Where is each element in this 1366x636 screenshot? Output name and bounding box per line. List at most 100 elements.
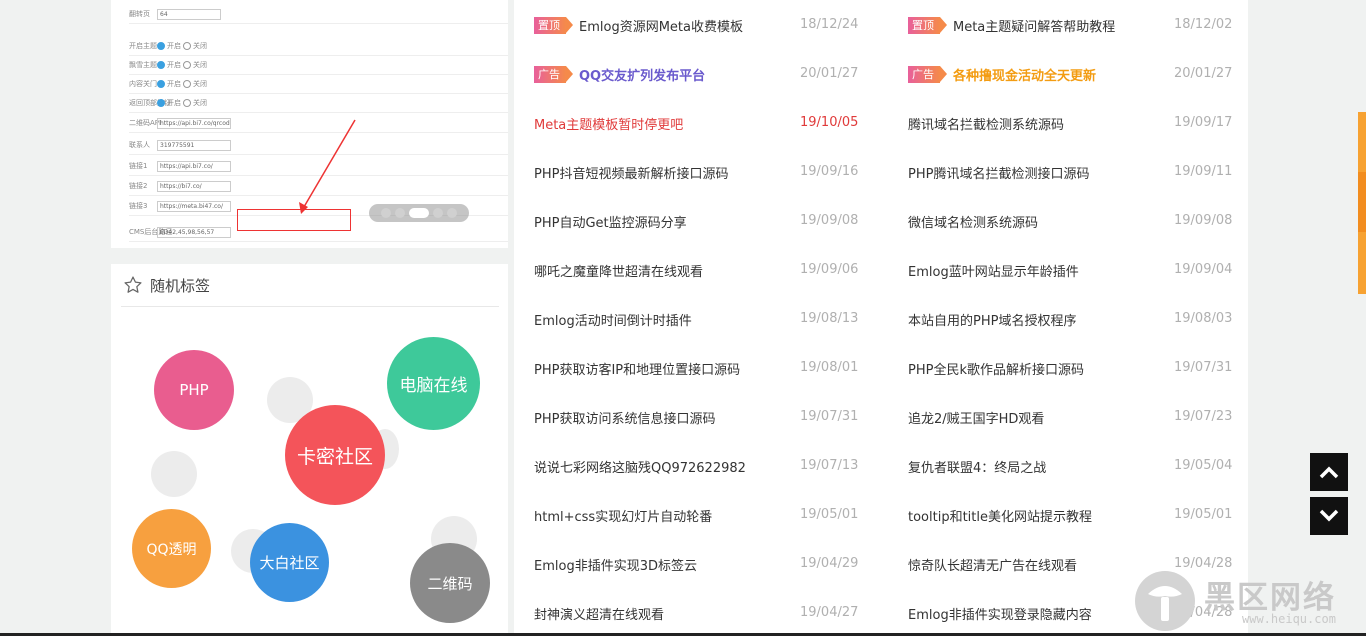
article-date: 19/09/08 [1174, 213, 1233, 228]
article-link[interactable]: 置顶 Emlog资源网Meta收费模板 [534, 15, 743, 35]
article-link[interactable]: PHP获取访问系统信息接口源码 [534, 407, 715, 427]
pinned-badge: 置顶 [908, 16, 947, 34]
article-date: 19/08/01 [800, 360, 859, 375]
article-link[interactable]: 置顶 Meta主题疑问解答帮助教程 [908, 15, 1115, 35]
article-link[interactable]: 微信域名检测系统源码 [908, 211, 1038, 231]
image-slider[interactable]: 翻转页 64 开启主题 开启 关闭 飘雪主题 开启 关闭 内容关门 开启 关闭 返回顶部按钮 开启 关闭二… [111, 0, 508, 248]
article-link[interactable]: Emlog非插件实现3D标签云 [534, 554, 697, 574]
watermark-text: 黑区网络 [1204, 580, 1336, 616]
tag-dabai-shequ[interactable]: 大白社区 [250, 523, 329, 602]
tag-diannao-zaixian[interactable]: 电脑在线 [387, 337, 480, 430]
tag-erweima[interactable]: 二维码 [410, 543, 490, 623]
article-date: 18/12/24 [800, 17, 859, 32]
article-link[interactable]: html+css实现幻灯片自动轮番 [534, 505, 712, 525]
article-date: 19/08/13 [800, 311, 859, 326]
slider-dot[interactable] [409, 208, 429, 218]
pinned-badge: 置顶 [534, 16, 573, 34]
tag-bubble-placeholder [151, 451, 197, 497]
article-title: 复仇者联盟4：终局之战 [908, 460, 1047, 476]
article-title: 各种撸现金活动全天更新 [953, 68, 1097, 84]
article-link[interactable]: Emlog活动时间倒计时插件 [534, 309, 692, 329]
article-link[interactable]: tooltip和title美化网站提示教程 [908, 505, 1092, 525]
article-link[interactable]: Meta主题模板暂时停更吧 [534, 113, 683, 133]
article-title: QQ交友扩列发布平台 [579, 68, 706, 84]
article-link[interactable]: 追龙2/贼王国字HD观看 [908, 407, 1044, 427]
article-link[interactable]: Emlog非插件实现登录隐藏内容 [908, 603, 1092, 623]
chevron-up-icon [1319, 466, 1339, 479]
article-date: 19/09/04 [1174, 262, 1233, 277]
article-title: Emlog活动时间倒计时插件 [534, 313, 692, 329]
side-tab-notch [1358, 172, 1366, 232]
side-tab[interactable] [1358, 112, 1366, 294]
article-link[interactable]: 说说七彩网络这脑残QQ972622982 [534, 456, 746, 476]
slide-form-divider [129, 241, 508, 242]
tag-kami-shequ[interactable]: 卡密社区 [285, 405, 385, 505]
article-link[interactable]: 惊奇队长超清无广告在线观看 [908, 554, 1077, 574]
slider-dot[interactable] [395, 208, 405, 218]
article-date: 19/09/17 [1174, 115, 1233, 130]
slider-pagination [369, 204, 469, 222]
article-title: 微信域名检测系统源码 [908, 215, 1039, 231]
slider-dot[interactable] [381, 208, 391, 218]
article-title: Emlog非插件实现登录隐藏内容 [908, 607, 1092, 623]
article-title: 腾讯域名拦截检测系统源码 [908, 117, 1065, 133]
article-date: 18/12/02 [1174, 17, 1233, 32]
article-link[interactable]: 封神演义超清在线观看 [534, 603, 664, 623]
slider-dot[interactable] [433, 208, 443, 218]
article-title: 追龙2/贼王国字HD观看 [908, 411, 1045, 427]
watermark-logo-icon [1135, 571, 1195, 631]
article-date: 19/04/27 [800, 605, 859, 620]
article-link[interactable]: 本站自用的PHP域名授权程序 [908, 309, 1076, 329]
article-date: 19/07/13 [800, 458, 859, 473]
scroll-top-button[interactable] [1310, 453, 1348, 491]
ad-badge: 广告 [908, 65, 947, 83]
article-title: 哪吒之魔童降世超清在线观看 [534, 264, 704, 280]
article-link[interactable]: 复仇者联盟4：终局之战 [908, 456, 1046, 476]
article-link[interactable]: PHP获取访客IP和地理位置接口源码 [534, 358, 740, 378]
article-date: 19/08/03 [1174, 311, 1233, 326]
article-date: 19/04/29 [800, 556, 859, 571]
article-link[interactable]: 广告 各种撸现金活动全天更新 [908, 64, 1096, 84]
widget-header: 随机标签 [121, 264, 499, 307]
star-icon [124, 276, 142, 293]
article-title: Emlog非插件实现3D标签云 [534, 558, 697, 574]
article-title: PHP获取访问系统信息接口源码 [534, 411, 716, 427]
article-date: 20/01/27 [1174, 66, 1233, 81]
article-date: 19/07/23 [1174, 409, 1233, 424]
ad-badge: 广告 [534, 65, 573, 83]
article-date: 19/09/06 [800, 262, 859, 277]
tag-php[interactable]: PHP [154, 350, 234, 430]
site-watermark: 黑区网络 www.heiqu.com [1134, 570, 1360, 632]
widget-title: 随机标签 [150, 276, 211, 295]
chevron-down-icon [1319, 509, 1339, 522]
article-title: PHP腾讯域名拦截检测接口源码 [908, 166, 1090, 182]
article-title: PHP全民k歌作品解析接口源码 [908, 362, 1084, 378]
article-link[interactable]: 哪吒之魔童降世超清在线观看 [534, 260, 703, 280]
article-title: Emlog蓝叶网站显示年龄插件 [908, 264, 1079, 280]
article-link[interactable]: 广告 QQ交友扩列发布平台 [534, 64, 705, 84]
article-date: 19/05/01 [1174, 507, 1233, 522]
article-title: PHP抖音短视频最新解析接口源码 [534, 166, 729, 182]
article-link[interactable]: Emlog蓝叶网站显示年龄插件 [908, 260, 1079, 280]
article-title: 封神演义超清在线观看 [534, 607, 665, 623]
article-date: 19/09/11 [1174, 164, 1233, 179]
article-link[interactable]: PHP抖音短视频最新解析接口源码 [534, 162, 728, 182]
random-tags-widget: 随机标签 PHP 电脑在线 卡密社区 QQ透明 大白社区 二维码 [111, 264, 508, 636]
article-date: 19/05/01 [800, 507, 859, 522]
article-link[interactable]: PHP自动Get监控源码分享 [534, 211, 687, 231]
article-link[interactable]: PHP全民k歌作品解析接口源码 [908, 358, 1084, 378]
red-arrow-icon [299, 119, 356, 214]
slider-dot[interactable] [447, 208, 457, 218]
article-title: 惊奇队长超清无广告在线观看 [908, 558, 1078, 574]
article-title: PHP自动Get监控源码分享 [534, 215, 687, 231]
tag-qq-toumin[interactable]: QQ透明 [132, 509, 211, 588]
article-date: 19/07/31 [1174, 360, 1233, 375]
article-link[interactable]: 腾讯域名拦截检测系统源码 [908, 113, 1064, 133]
watermark-url: www.heiqu.com [1242, 612, 1336, 626]
article-date: 19/09/08 [800, 213, 859, 228]
article-link[interactable]: PHP腾讯域名拦截检测接口源码 [908, 162, 1089, 182]
article-date: 19/07/31 [800, 409, 859, 424]
article-title: html+css实现幻灯片自动轮番 [534, 509, 713, 525]
article-list: 置顶 Emlog资源网Meta收费模板 18/12/24 广告 QQ交友扩列发布平台 20… [514, 0, 1248, 636]
scroll-bottom-button[interactable] [1310, 497, 1348, 535]
